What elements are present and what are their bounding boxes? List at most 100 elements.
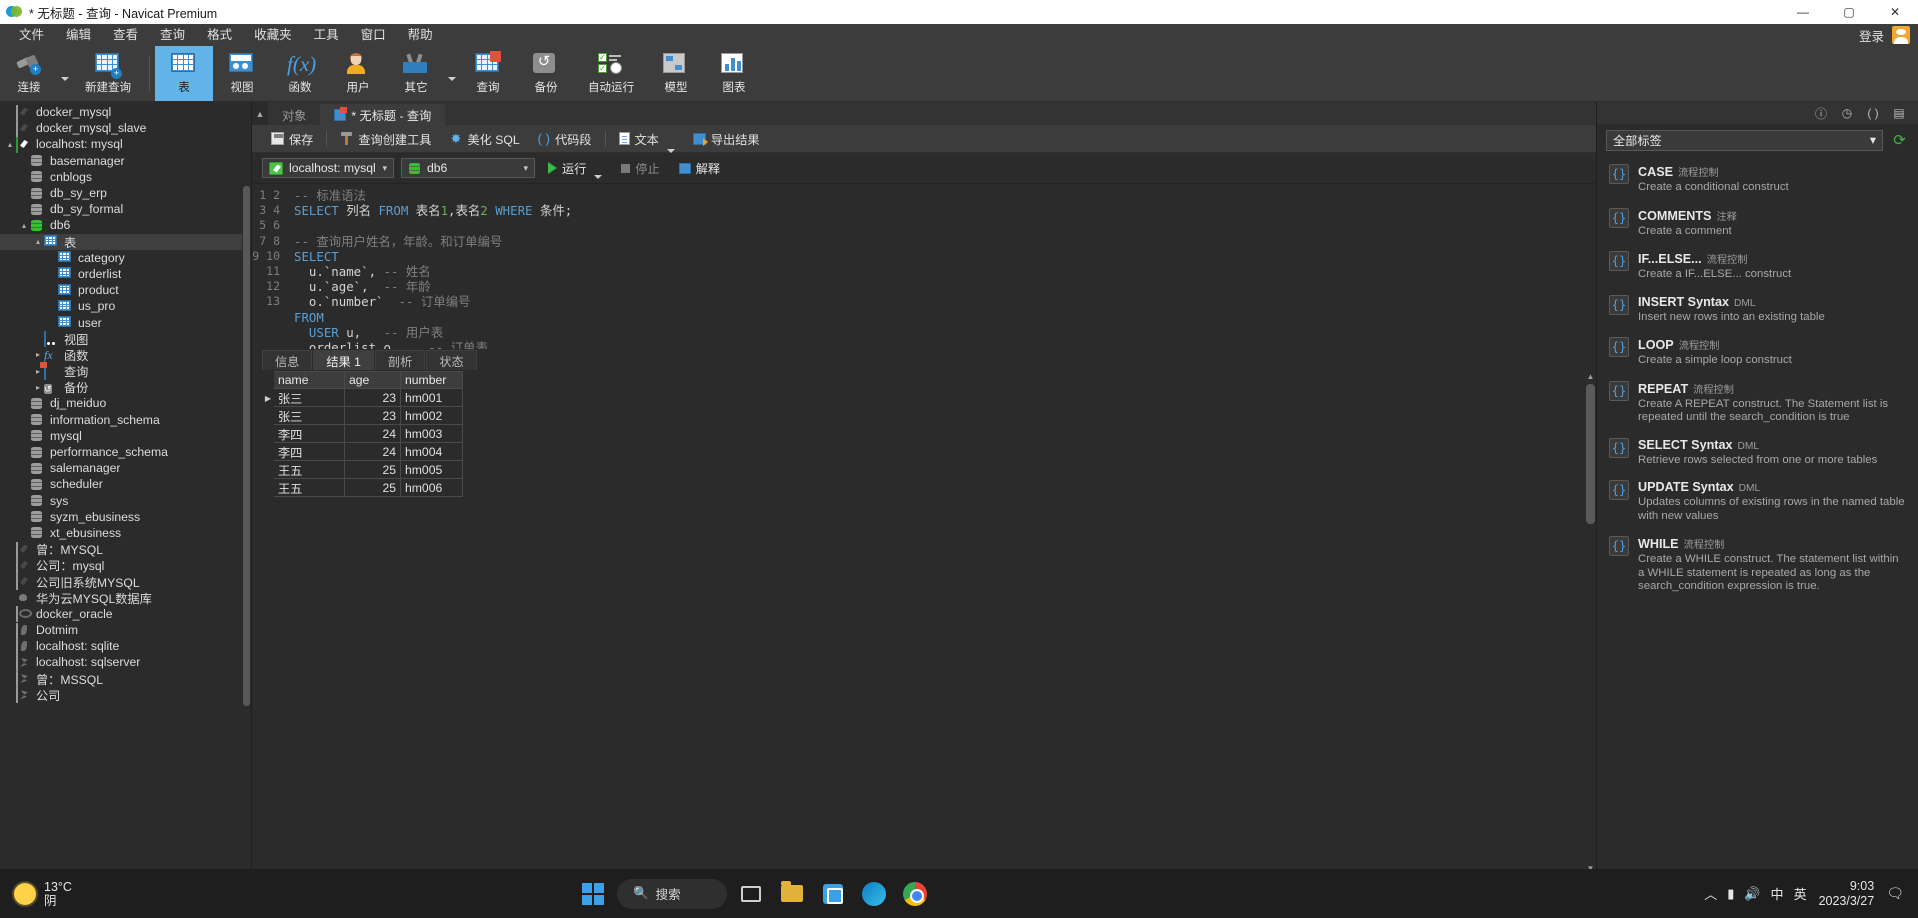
tree-node[interactable]: ▴ db6: [0, 217, 251, 233]
query-builder-button[interactable]: 查询创建工具: [331, 125, 440, 153]
menu-format[interactable]: 格式: [196, 24, 243, 46]
connection-select[interactable]: localhost: mysql ▾: [262, 158, 394, 178]
brackets-icon[interactable]: ( ): [1866, 106, 1880, 120]
menu-query[interactable]: 查询: [149, 24, 196, 46]
collapse-sidebar-button[interactable]: ▲: [252, 102, 268, 125]
tree-node[interactable]: sys: [0, 493, 251, 509]
snippet-item[interactable]: {} CASE 流程控制 Create a conditional construct: [1597, 158, 1918, 202]
microsoft-store-button[interactable]: [816, 877, 850, 911]
result-tab-profile[interactable]: 剖析: [374, 350, 426, 370]
maximize-button[interactable]: ▢: [1826, 0, 1872, 24]
cell-number[interactable]: hm001: [401, 389, 463, 407]
tree-node[interactable]: 华为云MYSQL数据库: [0, 590, 251, 606]
result-tab-result1[interactable]: 结果 1: [313, 350, 374, 370]
sidebar-scroll-thumb[interactable]: [243, 186, 250, 706]
tree-node[interactable]: ▸ ↺ 备份: [0, 379, 251, 395]
result-scroll-thumb[interactable]: [1586, 384, 1595, 524]
menu-file[interactable]: 文件: [8, 24, 55, 46]
tree-twisty-icon[interactable]: ▸: [32, 383, 44, 392]
tree-node[interactable]: localhost: sqlserver: [0, 654, 251, 671]
tree-node[interactable]: 曾：MYSQL: [0, 541, 251, 558]
tree-twisty-icon[interactable]: ▸: [32, 367, 44, 376]
toolbar-user[interactable]: 用户: [329, 46, 387, 101]
cell-number[interactable]: hm004: [401, 443, 463, 461]
export-result-button[interactable]: 导出结果: [684, 125, 769, 153]
cell-name[interactable]: 王五: [274, 461, 345, 479]
tree-node[interactable]: db_sy_formal: [0, 201, 251, 217]
sidebar-scrollbar[interactable]: [242, 102, 251, 897]
table-row[interactable]: 王五 25 hm006: [262, 479, 1596, 497]
tree-node[interactable]: db_sy_erp: [0, 185, 251, 201]
run-button[interactable]: 运行: [542, 157, 608, 179]
sql-code[interactable]: -- 标准语法 SELECT 列名 FROM 表名1,表名2 WHERE 条件;…: [286, 184, 1596, 349]
tree-node[interactable]: 曾：MSSQL: [0, 671, 251, 688]
cell-name[interactable]: 李四: [274, 443, 345, 461]
table-row[interactable]: 张三 23 hm002: [262, 407, 1596, 425]
menu-window[interactable]: 窗口: [350, 24, 397, 46]
tree-twisty-icon[interactable]: ▴: [32, 237, 44, 246]
tree-node[interactable]: cnblogs: [0, 169, 251, 185]
navicat-taskbar-button[interactable]: [898, 877, 932, 911]
tree-node[interactable]: 视图: [0, 331, 251, 348]
tree-node[interactable]: category: [0, 250, 251, 266]
tree-node[interactable]: dj_meiduo: [0, 395, 251, 411]
tree-node[interactable]: ▴ 表: [0, 233, 251, 250]
snippet-item[interactable]: {} WHILE 流程控制 Create a WHILE construct. The…: [1597, 530, 1918, 601]
toolbar-backup[interactable]: 备份: [517, 46, 575, 101]
chevron-down-icon[interactable]: [666, 148, 675, 153]
toolbar-other[interactable]: 其它: [387, 46, 445, 101]
save-button[interactable]: 保存: [262, 125, 322, 153]
menu-tools[interactable]: 工具: [303, 24, 350, 46]
cell-number[interactable]: hm002: [401, 407, 463, 425]
taskbar-search[interactable]: 🔍 搜索: [617, 878, 728, 909]
toolbar-chart[interactable]: 图表: [705, 46, 763, 101]
tree-node[interactable]: xt_ebusiness: [0, 525, 251, 541]
connection-tree[interactable]: docker_mysql docker_mysql_slave ▴ localhost…: [0, 102, 251, 704]
tree-twisty-icon[interactable]: ▴: [4, 140, 16, 149]
table-row[interactable]: 王五 25 hm005: [262, 461, 1596, 479]
ime-lang[interactable]: 中: [1771, 884, 1784, 903]
column-header[interactable]: age: [345, 371, 401, 389]
cell-age[interactable]: 23: [345, 407, 401, 425]
network-icon[interactable]: ▮: [1727, 886, 1734, 902]
table-row[interactable]: ▶ 张三 23 hm001: [262, 389, 1596, 407]
cell-age[interactable]: 25: [345, 461, 401, 479]
database-select[interactable]: db6 ▾: [401, 158, 535, 178]
ime-mode[interactable]: 英: [1794, 884, 1807, 903]
minimize-button[interactable]: —: [1780, 0, 1826, 24]
tree-node[interactable]: localhost: sqlite: [0, 638, 251, 655]
tab-untitled-query[interactable]: * 无标题 - 查询: [320, 104, 446, 125]
toolbar-function[interactable]: f(x) 函数: [271, 46, 329, 101]
chevron-down-icon[interactable]: [594, 175, 603, 179]
tree-node[interactable]: 公司: [0, 687, 251, 704]
tree-node[interactable]: user: [0, 314, 251, 330]
tree-node[interactable]: docker_oracle: [0, 606, 251, 623]
chevron-up-icon[interactable]: ︿: [1704, 884, 1717, 903]
clock[interactable]: 9:03 2023/3/27: [1819, 879, 1875, 909]
menu-edit[interactable]: 编辑: [55, 24, 102, 46]
tree-node[interactable]: docker_mysql: [0, 104, 251, 121]
tree-twisty-icon[interactable]: ▴: [18, 221, 30, 230]
result-scrollbar[interactable]: ▲ ▼: [1585, 370, 1596, 875]
explain-button[interactable]: 解释: [673, 157, 726, 179]
code-snippet-button[interactable]: ( ) 代码段: [529, 125, 601, 153]
snippet-item[interactable]: {} LOOP 流程控制 Create a simple loop construct: [1597, 331, 1918, 375]
start-button[interactable]: [576, 877, 610, 911]
stop-button[interactable]: 停止: [615, 157, 665, 179]
snippet-item[interactable]: {} REPEAT 流程控制 Create A REPEAT construct. T…: [1597, 375, 1918, 432]
tree-node[interactable]: ▴ localhost: mysql: [0, 136, 251, 153]
notification-icon[interactable]: 🗨: [1886, 885, 1904, 902]
menu-help[interactable]: 帮助: [397, 24, 444, 46]
snippet-list[interactable]: {} CASE 流程控制 Create a conditional construct…: [1597, 156, 1918, 873]
toolbar-view[interactable]: 视图: [213, 46, 271, 101]
snippet-item[interactable]: {} COMMENTS 注释 Create a comment: [1597, 202, 1918, 246]
toolbar-new-query[interactable]: + 新建查询: [72, 46, 144, 101]
tree-node[interactable]: basemanager: [0, 153, 251, 169]
cell-age[interactable]: 24: [345, 425, 401, 443]
list-icon[interactable]: ▤: [1892, 106, 1906, 120]
info-icon[interactable]: ⓘ: [1814, 105, 1828, 122]
avatar-icon[interactable]: [1892, 26, 1910, 44]
tree-node[interactable]: performance_schema: [0, 444, 251, 460]
connection-dropdown-arrow[interactable]: [58, 46, 72, 101]
cell-number[interactable]: hm005: [401, 461, 463, 479]
